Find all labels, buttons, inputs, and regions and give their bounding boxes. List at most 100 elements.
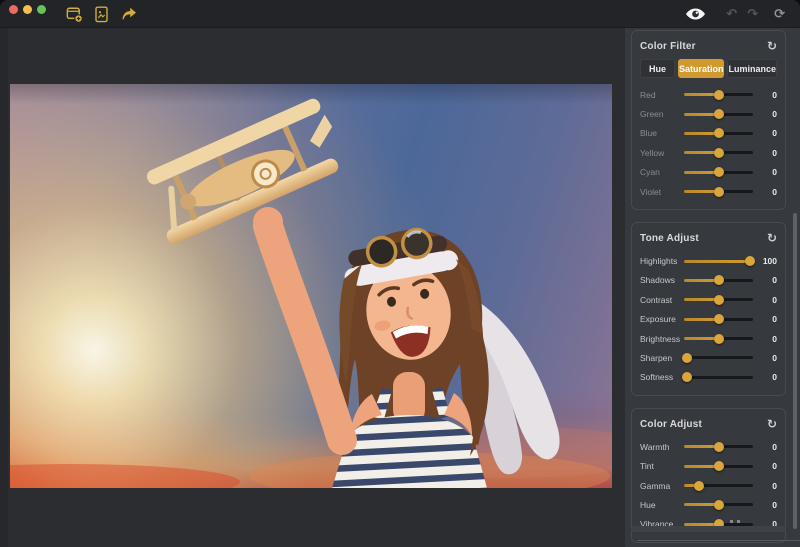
slider-handle[interactable] [714,187,724,197]
slider-track[interactable] [684,356,753,359]
slider-value: 0 [757,314,777,324]
slider-handle[interactable] [714,442,724,452]
slider-handle[interactable] [714,295,724,305]
slider-handle[interactable] [714,461,724,471]
slider-value: 0 [757,128,777,138]
slider-handle[interactable] [745,256,755,266]
panel-title: Color Filter [640,41,696,52]
slider-handle[interactable] [694,481,704,491]
canvas-area [0,28,625,547]
slider-label: Cyan [640,167,680,177]
slider-track[interactable] [684,337,753,340]
slider-value: 0 [757,109,777,119]
slider-row-hue: Hue 0 [640,495,777,514]
slider-track[interactable] [684,279,753,282]
slider-label: Contrast [640,295,680,305]
slider-track[interactable] [684,113,753,116]
slider-row-green: Green 0 [640,104,777,123]
next-panel-edge [637,540,800,541]
panel-color-adjust: Color Adjust ↻ Warmth 0 Tint 0 [631,408,786,543]
slider-value: 0 [757,481,777,491]
slider-row-cyan: Cyan 0 [640,163,777,182]
slider-row-tint: Tint 0 [640,456,777,475]
slider-handle[interactable] [714,128,724,138]
slider-track[interactable] [684,484,753,487]
slider-track[interactable] [684,93,753,96]
reset-all-icon[interactable]: ⟳ [771,6,788,23]
sidebar-scrollbar[interactable] [793,213,797,529]
slider-label: Hue [640,500,680,510]
slider-label: Yellow [640,148,680,158]
slider-track[interactable] [684,503,753,506]
resize-grip-icon [730,520,740,523]
photo-illustration [10,84,612,488]
slider-handle[interactable] [714,167,724,177]
slider-row-contrast: Contrast 0 [640,290,777,309]
slider-row-exposure: Exposure 0 [640,310,777,329]
redo-icon[interactable]: ↷ [744,6,761,23]
slider-value: 0 [757,295,777,305]
close-window-button[interactable] [9,5,18,14]
panel-title: Tone Adjust [640,233,699,244]
canvas-left-strip [0,28,8,547]
panel-title: Color Adjust [640,419,702,430]
traffic-lights [9,5,46,14]
image-file-icon[interactable] [91,4,111,24]
slider-handle[interactable] [714,275,724,285]
panel-reset-icon[interactable]: ↻ [767,417,777,431]
slider-value: 0 [757,500,777,510]
slider-label: Shadows [640,275,680,285]
slider-track[interactable] [684,132,753,135]
slider-handle[interactable] [714,500,724,510]
slider-row-sharpen: Sharpen 0 [640,348,777,367]
slider-value: 0 [757,187,777,197]
tab-luminance[interactable]: Luminance [727,59,777,78]
undo-icon[interactable]: ↶ [723,6,740,23]
slider-row-shadows: Shadows 0 [640,271,777,290]
slider-value: 0 [757,442,777,452]
slider-track[interactable] [684,298,753,301]
slider-handle[interactable] [714,90,724,100]
slider-track[interactable] [684,465,753,468]
slider-track[interactable] [684,260,753,263]
slider-track[interactable] [684,445,753,448]
toolbar-left [64,0,138,28]
zoom-window-button[interactable] [37,5,46,14]
photo-preview[interactable] [10,84,612,488]
export-icon[interactable] [118,4,138,24]
slider-handle[interactable] [714,148,724,158]
tab-hue[interactable]: Hue [640,59,675,78]
slider-value: 0 [757,167,777,177]
panel-color-filter: Color Filter ↻ Hue Saturation Luminance … [631,30,786,210]
slider-value: 0 [757,148,777,158]
import-image-icon[interactable] [64,4,84,24]
slider-track[interactable] [684,376,753,379]
panel-reset-icon[interactable]: ↻ [767,231,777,245]
slider-row-yellow: Yellow 0 [640,143,777,162]
slider-handle[interactable] [714,109,724,119]
slider-handle[interactable] [714,334,724,344]
slider-row-violet: Violet 0 [640,182,777,201]
slider-handle[interactable] [682,372,692,382]
slider-label: Warmth [640,442,680,452]
slider-track[interactable] [684,171,753,174]
minimize-window-button[interactable] [23,5,32,14]
slider-row-warmth: Warmth 0 [640,437,777,456]
slider-value: 100 [757,256,777,266]
slider-label: Green [640,109,680,119]
slider-label: Violet [640,187,680,197]
horizontal-scrollbar[interactable] [631,526,786,532]
slider-track[interactable] [684,190,753,193]
slider-label: Tint [640,461,680,471]
toolbar-right: ↶ ↷ ⟳ [685,0,788,28]
slider-label: Brightness [640,334,680,344]
slider-handle[interactable] [682,353,692,363]
slider-track[interactable] [684,151,753,154]
app-window: ↶ ↷ ⟳ [0,0,800,547]
tab-saturation[interactable]: Saturation [678,59,725,78]
slider-track[interactable] [684,318,753,321]
slider-fill [684,260,750,263]
preview-eye-icon[interactable] [685,4,705,24]
panel-reset-icon[interactable]: ↻ [767,39,777,53]
slider-handle[interactable] [714,314,724,324]
